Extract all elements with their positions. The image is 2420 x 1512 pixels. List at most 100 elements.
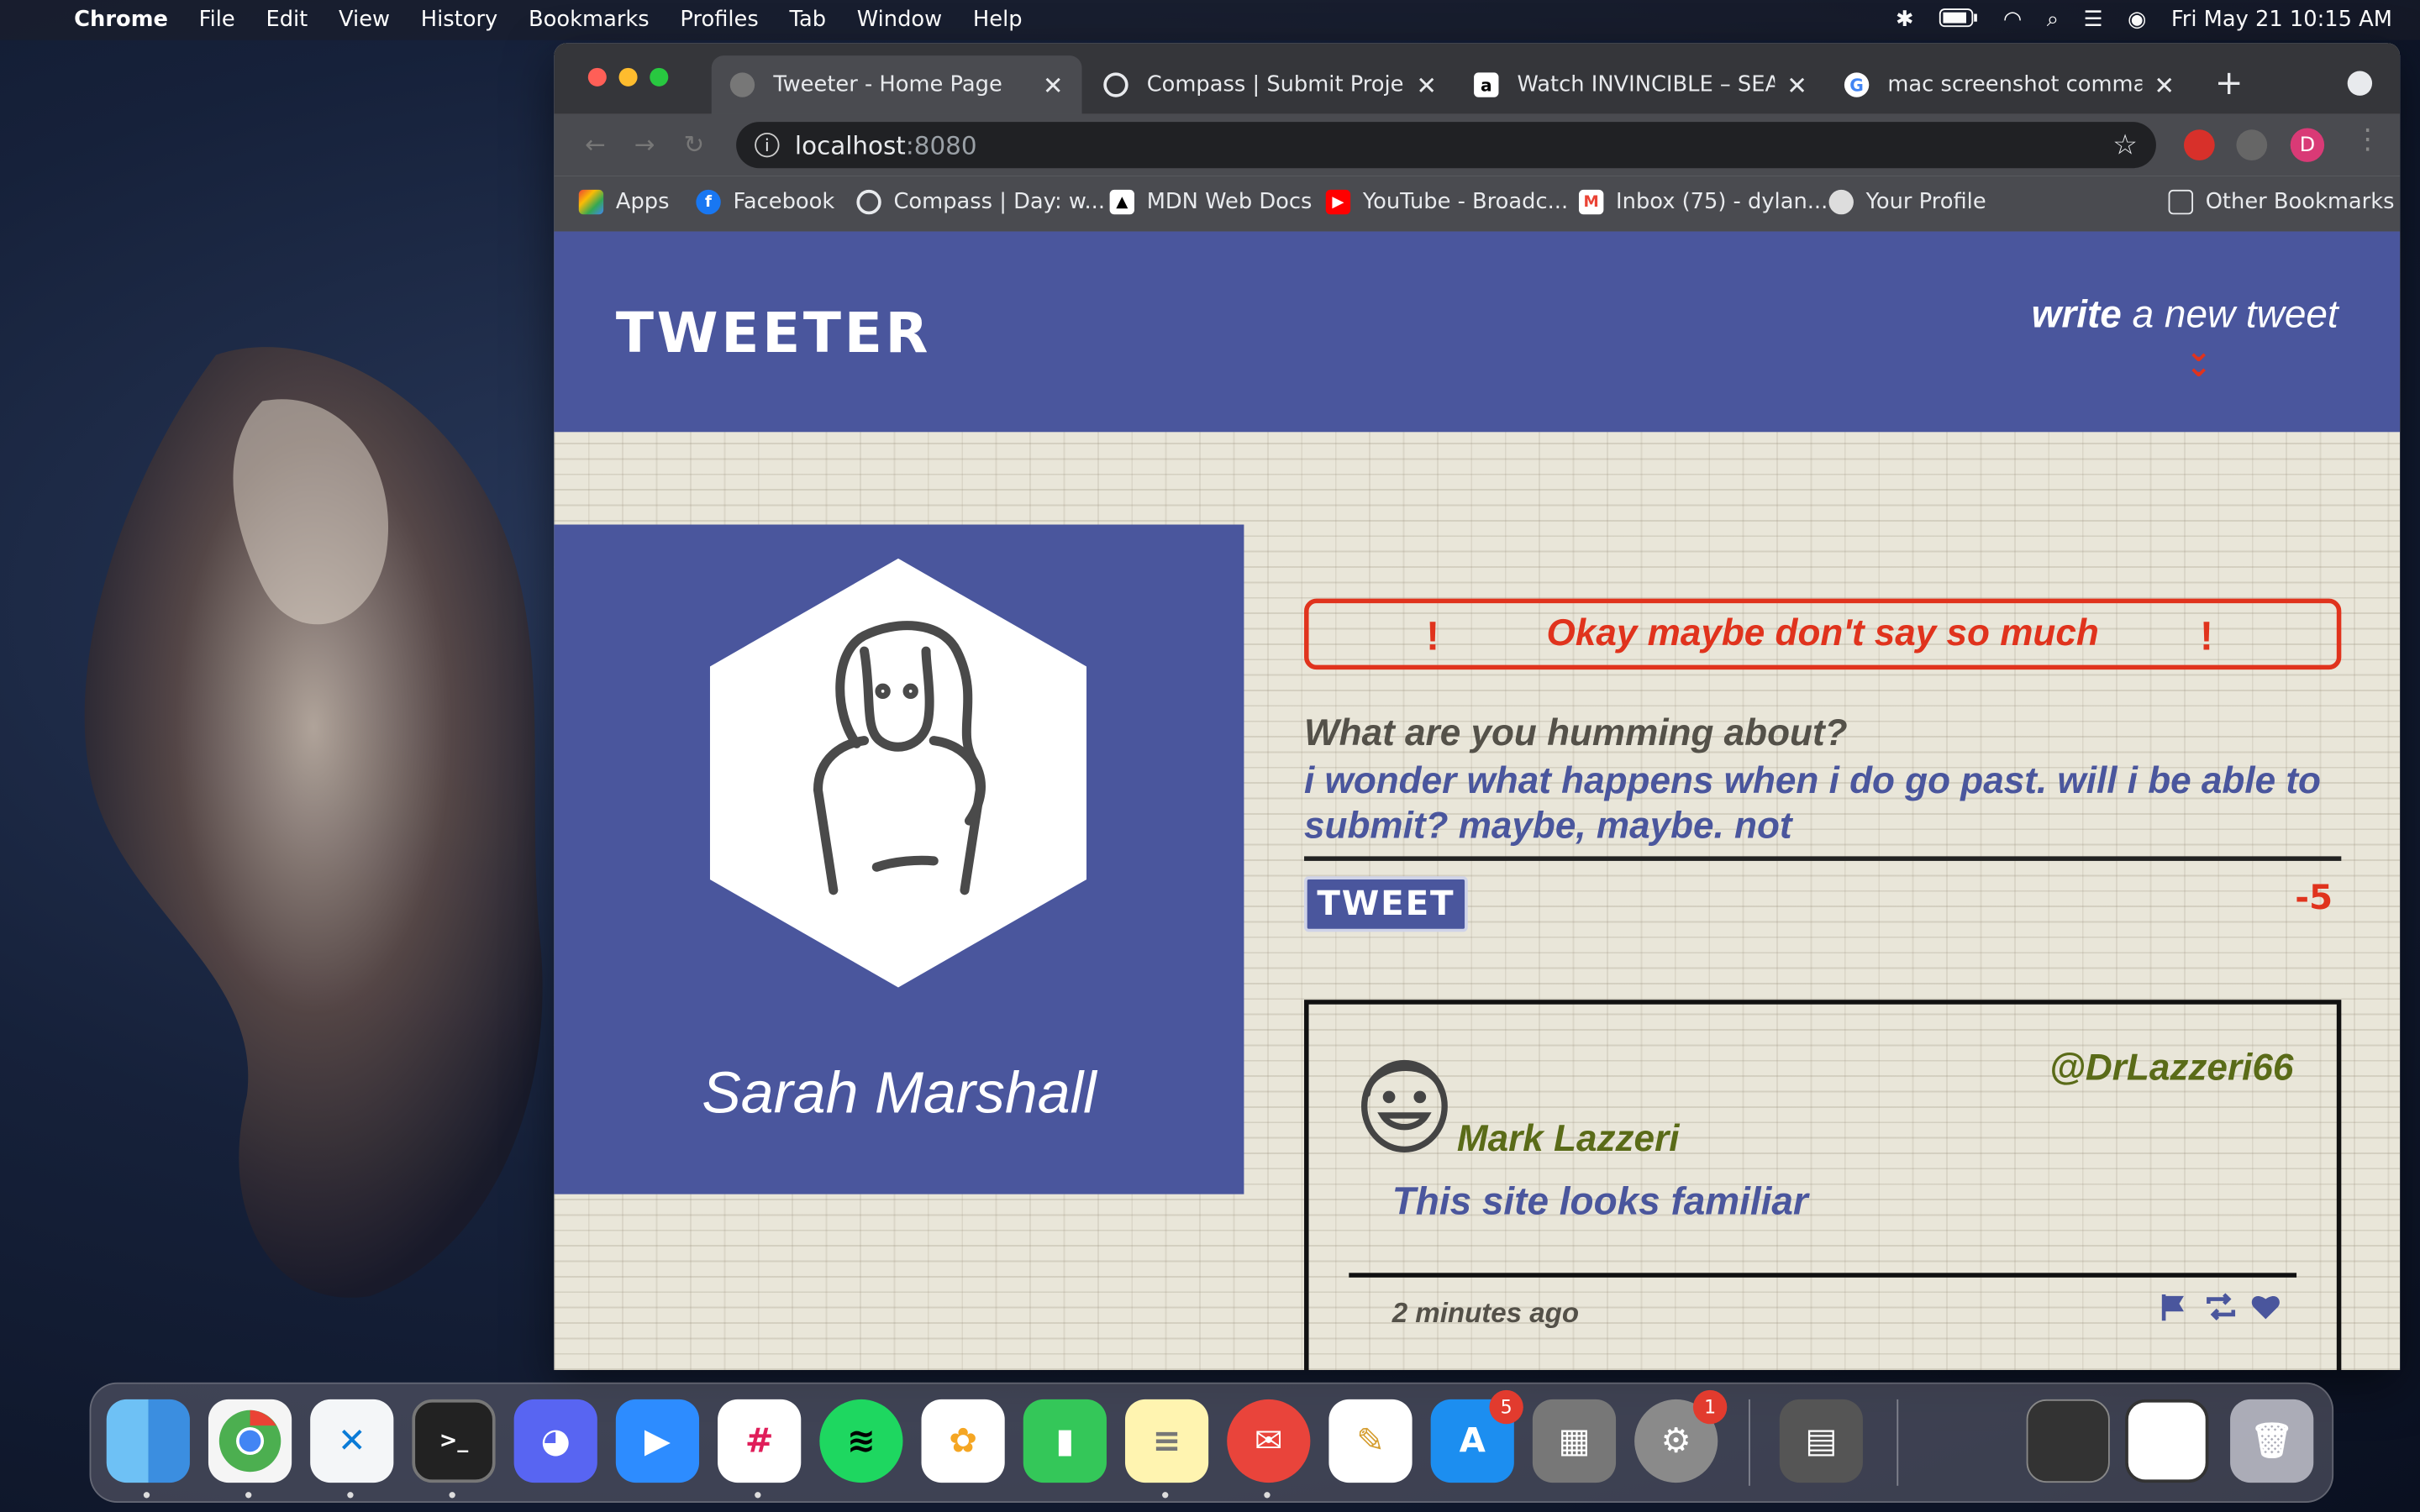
vscode-icon[interactable]: ✕ [310,1399,394,1483]
launchpad-icon[interactable]: ▦ [1532,1399,1617,1483]
spotlight-icon[interactable]: ⌕ [2047,8,2059,32]
tweet-avatar [1361,1059,1448,1153]
extension-icon[interactable] [2183,129,2215,161]
zoom-icon[interactable]: ▶ [615,1399,700,1483]
discord-icon[interactable]: ◕ [513,1399,597,1483]
new-tab-button[interactable]: + [2215,65,2244,103]
desktop-wallpaper [84,347,543,1298]
site-info-icon[interactable]: i [755,132,780,158]
close-tab-icon[interactable]: ✕ [2154,71,2175,100]
slack-icon[interactable]: # [718,1399,802,1483]
tab-title: Watch INVINCIBLE – SEASO [1517,72,1775,97]
close-tab-icon[interactable]: ✕ [1416,71,1437,100]
menu-edit[interactable]: Edit [266,8,308,32]
back-icon[interactable]: ← [585,129,606,159]
battery-icon[interactable] [1939,7,1979,33]
compass-icon [856,189,881,215]
bookmark-label: Facebook [733,189,835,215]
menu-clock[interactable]: Fri May 21 10:15 AM [2171,8,2392,32]
facebook-icon: f [696,189,721,215]
tab-compass[interactable]: Compass | Submit Project fo ✕ [1085,55,1455,114]
tab-tweeter[interactable]: Tweeter - Home Page ✕ [711,55,1082,114]
tweet-textarea[interactable]: i wonder what happens when i do go past.… [1304,759,2323,849]
system-preferences-icon[interactable]: ⚙ 1 [1634,1389,1728,1483]
close-window-button[interactable] [587,67,607,87]
tweet-actions [2158,1291,2281,1322]
menu-window[interactable]: Window [857,8,942,32]
menu-view[interactable]: View [339,8,390,32]
minimized-window-icon[interactable] [2026,1399,2110,1483]
zoom-window-button[interactable] [650,67,669,87]
compass-icon [1103,72,1128,97]
tab-amazon[interactable]: a Watch INVINCIBLE – SEASO ✕ [1455,55,1826,114]
extension-icon[interactable] [2236,129,2268,161]
bookmark-label: Inbox (75) - dylan... [1616,189,1828,215]
tweet-author-name: Mark Lazzeri [1456,1118,1680,1161]
bookmark-other[interactable]: Other Bookmarks [2168,189,2395,215]
menu-tab[interactable]: Tab [790,8,827,32]
url-host: localhost [794,130,906,160]
menu-help[interactable]: Help [973,8,1023,32]
facetime-icon[interactable]: ▮ [1023,1399,1107,1483]
app-store-badge: 5 [1489,1389,1523,1425]
minimized-window-icon[interactable] [2125,1399,2209,1483]
menu-app-name[interactable]: Chrome [74,8,168,32]
wifi-icon[interactable]: ◠ [2003,8,2022,32]
bookmark-mdn[interactable]: ▲ MDN Web Docs [1109,189,1312,215]
github-icon [1828,189,1854,215]
bookmark-star-icon[interactable]: ☆ [2112,129,2138,161]
tweet-timestamp: 2 minutes ago [1392,1297,1580,1329]
app-store-icon[interactable]: A5 [1430,1389,1523,1483]
running-indicator [245,1492,252,1499]
siri-icon[interactable]: ◉ [2128,8,2146,32]
terminal-icon[interactable]: >_ [412,1399,496,1483]
error-banner: ! Okay maybe don't say so much ! [1304,598,2342,670]
youtube-icon: ▶ [1325,189,1351,215]
forward-icon[interactable]: → [634,129,655,159]
chrome-menu-icon[interactable]: ⋮ [2354,123,2381,156]
bookmark-facebook[interactable]: f Facebook [696,189,835,215]
tweet-content: This site looks familiar [1392,1180,1808,1224]
bookmark-compass[interactable]: Compass | Day: w... [856,189,1105,215]
close-tab-icon[interactable]: ✕ [1786,71,1807,100]
reload-icon[interactable]: ↻ [684,129,705,159]
control-center-icon[interactable]: ☰ [2084,8,2103,32]
running-indicator [347,1492,354,1499]
site-brand[interactable]: TWEETER [616,302,931,365]
photos-icon[interactable]: ✿ [921,1399,1005,1483]
tweet-button[interactable]: TWEET [1304,876,1468,932]
minimize-window-button[interactable] [618,67,638,87]
menu-file[interactable]: File [199,8,235,32]
chrome-icon[interactable] [208,1399,292,1483]
bookmark-gmail[interactable]: M Inbox (75) - dylan... [1578,189,1828,215]
amazon-icon: a [1474,72,1499,97]
finder-icon[interactable] [106,1399,190,1483]
bookmark-label: Apps [615,189,670,215]
notes-icon[interactable]: ≡ [1124,1399,1209,1483]
double-chevron-down-icon[interactable]: ⌄ ⌄ [2186,335,2212,381]
flag-icon[interactable] [2158,1291,2189,1322]
bookmark-github[interactable]: Your Profile [1828,189,1986,215]
menu-history[interactable]: History [421,8,497,32]
trash-icon[interactable]: 🗑 [2230,1399,2314,1483]
close-tab-icon[interactable]: ✕ [1043,71,1064,100]
profile-avatar-button[interactable]: D [2290,128,2325,162]
bookmark-youtube[interactable]: ▶ YouTube - Broadc... [1325,189,1568,215]
bluetooth-icon[interactable]: ✱ [1896,8,1914,32]
pages-icon[interactable]: ✎ [1328,1399,1413,1483]
menu-bookmarks[interactable]: Bookmarks [529,8,650,32]
calculator-icon[interactable]: ▤ [1779,1399,1863,1483]
retweet-icon[interactable] [2204,1291,2236,1322]
mail-icon[interactable]: ✉ [1227,1399,1311,1483]
address-bar[interactable]: i localhost:8080 ☆ [736,122,2156,169]
tab-google[interactable]: G mac screenshot command - ✕ [1826,55,2193,114]
bookmark-apps[interactable]: Apps [578,189,670,215]
heart-icon[interactable] [2250,1291,2281,1322]
tab-title: Compass | Submit Project fo [1146,72,1404,97]
tab-search-icon[interactable] [2347,71,2373,96]
dock-separator [1749,1399,1750,1486]
spotify-icon[interactable]: ≋ [819,1399,903,1483]
menu-profiles[interactable]: Profiles [680,8,758,32]
tab-title: mac screenshot command - [1887,72,2141,97]
write-new-tweet-link[interactable]: write a new tweet [2032,293,2338,338]
